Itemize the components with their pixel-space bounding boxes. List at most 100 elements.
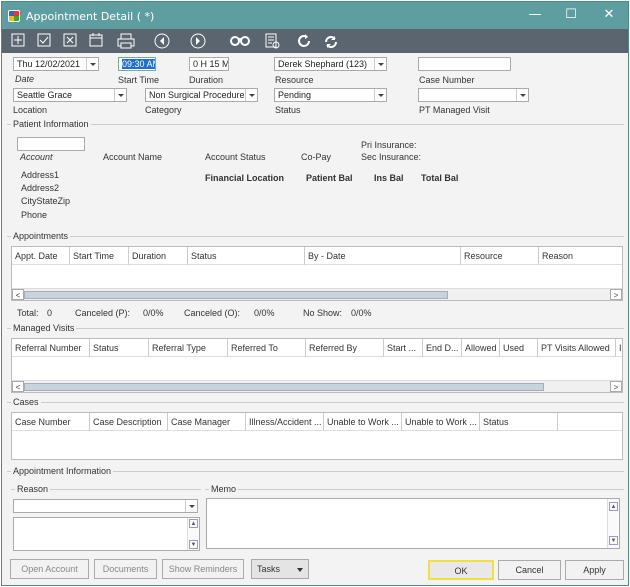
ins-bal-label: Ins Bal <box>374 173 404 183</box>
col-case-status[interactable]: Status <box>480 413 558 431</box>
add-icon[interactable] <box>8 31 28 51</box>
scroll-right-icon[interactable]: > <box>610 381 622 392</box>
report-icon[interactable] <box>262 31 282 51</box>
cancel-icon[interactable] <box>60 31 80 51</box>
managed-visits-hscroll[interactable]: < > <box>12 380 622 392</box>
scroll-thumb[interactable] <box>24 383 544 391</box>
appointments-grid[interactable]: Appt. Date Start Time Duration Status By… <box>11 246 623 301</box>
col-end-date[interactable]: End D... <box>423 339 462 357</box>
chevron-down-icon[interactable] <box>245 89 257 101</box>
col-resource[interactable]: Resource <box>461 247 539 265</box>
case-number-field[interactable] <box>418 57 511 71</box>
cases-grid[interactable]: Case Number Case Description Case Manage… <box>11 412 623 460</box>
category-value: Non Surgical Procedure <box>149 90 245 100</box>
reason-vscroll[interactable]: ▲ ▼ <box>187 518 199 550</box>
tasks-label: Tasks <box>257 564 281 574</box>
patient-info-title: Patient Information <box>11 119 91 129</box>
chevron-down-icon[interactable] <box>185 500 197 512</box>
address1-label: Address1 <box>21 170 60 180</box>
account-status-label: Account Status <box>205 152 266 162</box>
chevron-down-icon[interactable] <box>374 58 386 70</box>
show-reminders-button[interactable]: Show Reminders <box>162 559 244 579</box>
documents-button[interactable]: Documents <box>94 559 157 579</box>
scroll-left-icon[interactable]: < <box>12 289 24 300</box>
duration-label: Duration <box>189 75 224 85</box>
scroll-right-icon[interactable]: > <box>610 289 622 300</box>
refresh-icon[interactable] <box>294 31 314 51</box>
category-select[interactable]: Non Surgical Procedure <box>145 88 258 102</box>
managed-visits-grid[interactable]: Referral Number Status Referral Type Ref… <box>11 338 623 393</box>
next-icon[interactable] <box>188 31 208 51</box>
chevron-down-icon[interactable] <box>114 89 126 101</box>
pt-managed-select[interactable] <box>418 88 529 102</box>
chevron-down-icon[interactable] <box>86 58 98 70</box>
status-select[interactable]: Pending <box>274 88 387 102</box>
col-case-description[interactable]: Case Description <box>90 413 168 431</box>
scroll-up-icon[interactable]: ▲ <box>609 502 618 511</box>
close-button[interactable]: ✕ <box>597 6 621 24</box>
calendar-icon[interactable] <box>86 31 106 51</box>
location-select[interactable]: Seattle Grace <box>13 88 127 102</box>
memo-vscroll[interactable]: ▲ ▼ <box>607 499 619 548</box>
reason-select[interactable] <box>13 499 198 513</box>
status-label: Status <box>275 105 301 115</box>
col-referred-to[interactable]: Referred To <box>228 339 306 357</box>
category-label: Category <box>145 105 182 115</box>
scroll-thumb[interactable] <box>24 291 448 299</box>
col-case-number[interactable]: Case Number <box>12 413 90 431</box>
reason-textarea[interactable]: ▲ ▼ <box>13 517 200 551</box>
managed-visits-group: Managed Visits <box>7 323 624 333</box>
col-illness-accident[interactable]: Illness/Accident ... <box>246 413 324 431</box>
tasks-menu-button[interactable]: Tasks <box>251 559 309 579</box>
maximize-button[interactable]: ☐ <box>559 6 583 24</box>
apply-button[interactable]: Apply <box>565 560 624 580</box>
scroll-up-icon[interactable]: ▲ <box>189 519 198 528</box>
location-value: Seattle Grace <box>17 90 73 100</box>
resource-label: Resource <box>275 75 314 85</box>
scroll-left-icon[interactable]: < <box>12 381 24 392</box>
col-duration[interactable]: Duration <box>129 247 188 265</box>
col-reason[interactable]: Reason <box>539 247 624 265</box>
scroll-down-icon[interactable]: ▼ <box>609 536 618 545</box>
col-unable-to-work-2[interactable]: Unable to Work ... <box>402 413 480 431</box>
col-appt-date[interactable]: Appt. Date <box>12 247 70 265</box>
col-start[interactable]: Start ... <box>384 339 423 357</box>
col-start-time[interactable]: Start Time <box>70 247 129 265</box>
financial-location-label: Financial Location <box>205 173 285 183</box>
resource-select[interactable]: Derek Shephard (123) <box>274 57 387 71</box>
account-field[interactable] <box>17 137 85 151</box>
sync-icon[interactable] <box>320 31 342 51</box>
col-status[interactable]: Status <box>188 247 305 265</box>
address2-label: Address2 <box>21 183 60 193</box>
date-field[interactable]: Thu 12/02/2021 <box>13 57 99 71</box>
prev-icon[interactable] <box>152 31 172 51</box>
start-time-field[interactable]: 09:30 AM <box>118 57 156 71</box>
col-by-date[interactable]: By - Date <box>305 247 461 265</box>
col-referral-type[interactable]: Referral Type <box>149 339 228 357</box>
chevron-down-icon[interactable] <box>374 89 386 101</box>
case-number-label: Case Number <box>419 75 475 85</box>
check-icon[interactable] <box>34 31 54 51</box>
col-case-manager[interactable]: Case Manager <box>168 413 246 431</box>
minimize-button[interactable]: — <box>523 6 547 24</box>
print-icon[interactable] <box>114 31 138 51</box>
chevron-down-icon[interactable] <box>516 89 528 101</box>
scroll-down-icon[interactable]: ▼ <box>189 540 198 549</box>
appointments-hscroll[interactable]: < > <box>12 288 622 300</box>
col-referral-number[interactable]: Referral Number <box>12 339 90 357</box>
open-account-button[interactable]: Open Account <box>10 559 89 579</box>
ok-button[interactable]: OK <box>428 560 494 580</box>
col-allowed[interactable]: Allowed <box>462 339 500 357</box>
cancel-button[interactable]: Cancel <box>498 560 561 580</box>
col-status[interactable]: Status <box>90 339 149 357</box>
col-used[interactable]: Used <box>500 339 538 357</box>
col-more[interactable]: I <box>616 339 624 357</box>
col-pt-visits-allowed[interactable]: PT Visits Allowed <box>538 339 616 357</box>
patient-info-group: Patient Information <box>7 119 624 129</box>
duration-field[interactable]: 0 H 15 M <box>189 57 229 71</box>
sec-insurance-label: Sec Insurance: <box>361 152 422 162</box>
col-referred-by[interactable]: Referred By <box>306 339 384 357</box>
col-unable-to-work-1[interactable]: Unable to Work ... <box>324 413 402 431</box>
find-icon[interactable] <box>228 31 252 51</box>
memo-textarea[interactable]: ▲ ▼ <box>206 498 620 549</box>
